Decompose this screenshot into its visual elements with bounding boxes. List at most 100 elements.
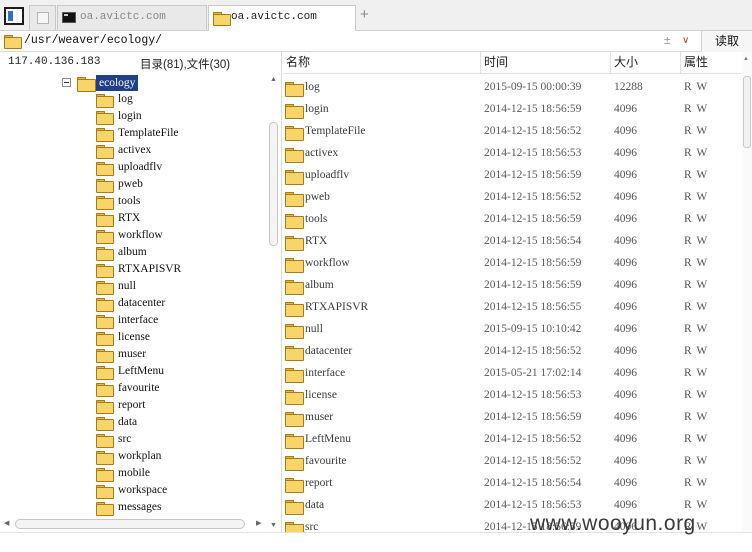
tree-item[interactable]: LeftMenu bbox=[96, 364, 256, 381]
file-row[interactable]: favourite 2014-12-15 18:56:52 4096 R W bbox=[283, 451, 743, 473]
file-row[interactable]: tools 2014-12-15 18:56:59 4096 R W bbox=[283, 209, 743, 231]
file-row[interactable]: RTX 2014-12-15 18:56:54 4096 R W bbox=[283, 231, 743, 253]
tree-item[interactable]: album bbox=[96, 245, 256, 262]
tree-item[interactable]: pweb bbox=[96, 177, 256, 194]
folder-icon bbox=[285, 280, 304, 295]
sort-toggle-icon[interactable]: ± bbox=[664, 33, 671, 47]
tree-item[interactable]: license bbox=[96, 330, 256, 347]
scroll-up-icon[interactable]: ▲ bbox=[743, 56, 749, 62]
file-attributes: R W bbox=[684, 235, 709, 247]
file-name: album bbox=[305, 279, 334, 291]
folder-icon bbox=[285, 456, 304, 471]
file-list-vertical-scrollbar[interactable]: ▲ bbox=[742, 52, 752, 532]
file-row[interactable]: TemplateFile 2014-12-15 18:56:52 4096 R W bbox=[283, 121, 743, 143]
file-size: 4096 bbox=[614, 411, 637, 423]
scroll-thumb[interactable] bbox=[743, 76, 751, 148]
file-size: 4096 bbox=[614, 389, 637, 401]
tree-item[interactable]: workplan bbox=[96, 449, 256, 466]
tree-vertical-scrollbar[interactable]: ▲ ▼ bbox=[267, 74, 280, 532]
tree-item[interactable]: report bbox=[96, 398, 256, 415]
file-size: 4096 bbox=[614, 213, 637, 225]
tab-terminal[interactable]: oa.avictc.com bbox=[57, 5, 207, 30]
file-row[interactable]: license 2014-12-15 18:56:53 4096 R W bbox=[283, 385, 743, 407]
file-attributes: R W bbox=[684, 323, 709, 335]
column-header-time[interactable]: 时间 bbox=[481, 52, 611, 74]
address-bar: /usr/weaver/ecology/ ± ∨ 读取 bbox=[0, 31, 752, 52]
file-size: 4096 bbox=[614, 147, 637, 159]
file-row[interactable]: workflow 2014-12-15 18:56:59 4096 R W bbox=[283, 253, 743, 275]
tree-item[interactable]: favourite bbox=[96, 381, 256, 398]
column-header-attr[interactable]: 属性 bbox=[681, 52, 743, 74]
tab-blank[interactable] bbox=[29, 5, 56, 30]
watermark: www.wooyun.org bbox=[530, 512, 696, 535]
chevron-down-icon[interactable]: ∨ bbox=[682, 35, 689, 46]
tree-item[interactable]: RTX bbox=[96, 211, 256, 228]
tree-horizontal-scrollbar[interactable]: ◀ ▶ bbox=[0, 516, 267, 531]
file-time: 2014-12-15 18:56:59 bbox=[484, 257, 582, 269]
tree-item-label: activex bbox=[118, 144, 152, 156]
scroll-thumb[interactable] bbox=[15, 519, 245, 529]
tree-item[interactable]: TemplateFile bbox=[96, 126, 256, 143]
scroll-right-icon[interactable]: ▶ bbox=[256, 519, 261, 527]
folder-icon bbox=[96, 128, 114, 142]
folder-icon bbox=[285, 412, 304, 427]
tree-item[interactable]: null bbox=[96, 279, 256, 296]
tree-item-label: null bbox=[118, 280, 136, 292]
column-header-size[interactable]: 大小 bbox=[611, 52, 681, 74]
tree-item-label: RTXAPISVR bbox=[118, 263, 182, 275]
read-button[interactable]: 读取 bbox=[701, 31, 752, 52]
tree-item[interactable]: login bbox=[96, 109, 256, 126]
file-row[interactable]: report 2014-12-15 18:56:54 4096 R W bbox=[283, 473, 743, 495]
folder-icon bbox=[285, 192, 304, 207]
collapse-icon[interactable] bbox=[62, 78, 71, 87]
file-attributes: R W bbox=[684, 257, 709, 269]
tree-item[interactable]: interface bbox=[96, 313, 256, 330]
file-row[interactable]: uploadflv 2014-12-15 18:56:59 4096 R W bbox=[283, 165, 743, 187]
file-row[interactable]: login 2014-12-15 18:56:59 4096 R W bbox=[283, 99, 743, 121]
tree-item[interactable]: uploadflv bbox=[96, 160, 256, 177]
scroll-up-icon[interactable]: ▲ bbox=[270, 76, 277, 83]
tree-item[interactable]: data bbox=[96, 415, 256, 432]
file-row[interactable]: null 2015-09-15 10:10:42 4096 R W bbox=[283, 319, 743, 341]
tab-file-manager[interactable]: oa.avictc.com bbox=[208, 5, 356, 31]
folder-icon bbox=[96, 213, 114, 227]
file-row[interactable]: pweb 2014-12-15 18:56:52 4096 R W bbox=[283, 187, 743, 209]
column-header-name[interactable]: 名称 bbox=[283, 52, 481, 74]
tree-item[interactable]: src bbox=[96, 432, 256, 449]
add-tab-button[interactable]: + bbox=[360, 7, 369, 22]
tree-item[interactable]: messages bbox=[96, 500, 256, 517]
tree-item[interactable]: tools bbox=[96, 194, 256, 211]
tree-root-node[interactable]: ecology bbox=[62, 75, 262, 92]
tree-item-label: favourite bbox=[118, 382, 160, 394]
file-row[interactable]: album 2014-12-15 18:56:59 4096 R W bbox=[283, 275, 743, 297]
file-row[interactable]: RTXAPISVR 2014-12-15 18:56:55 4096 R W bbox=[283, 297, 743, 319]
file-size: 4096 bbox=[614, 191, 637, 203]
app-panel-icon[interactable] bbox=[4, 7, 24, 25]
scroll-left-icon[interactable]: ◀ bbox=[4, 519, 9, 527]
tree-item[interactable]: muser bbox=[96, 347, 256, 364]
tree-item[interactable]: RTXAPISVR bbox=[96, 262, 256, 279]
tree-item[interactable]: datacenter bbox=[96, 296, 256, 313]
file-row[interactable]: LeftMenu 2014-12-15 18:56:52 4096 R W bbox=[283, 429, 743, 451]
tree-item[interactable]: log bbox=[96, 92, 256, 109]
file-name: pweb bbox=[305, 191, 330, 203]
tree-item[interactable]: activex bbox=[96, 143, 256, 160]
tree-item[interactable]: workspace bbox=[96, 483, 256, 500]
file-size: 4096 bbox=[614, 323, 637, 335]
path-input[interactable]: /usr/weaver/ecology/ bbox=[24, 34, 162, 47]
tree-item-label: datacenter bbox=[118, 297, 166, 309]
scroll-thumb[interactable] bbox=[269, 122, 278, 246]
file-row[interactable]: datacenter 2014-12-15 18:56:52 4096 R W bbox=[283, 341, 743, 363]
scroll-down-icon[interactable]: ▼ bbox=[270, 522, 277, 529]
file-row[interactable]: activex 2014-12-15 18:56:53 4096 R W bbox=[283, 143, 743, 165]
file-row[interactable]: interface 2015-05-21 17:02:14 4096 R W bbox=[283, 363, 743, 385]
folder-icon bbox=[285, 104, 304, 119]
tree-item[interactable]: mobile bbox=[96, 466, 256, 483]
tree-item[interactable]: workflow bbox=[96, 228, 256, 245]
tree-root-label[interactable]: ecology bbox=[96, 75, 139, 91]
file-row[interactable]: muser 2014-12-15 18:56:59 4096 R W bbox=[283, 407, 743, 429]
file-name: uploadflv bbox=[305, 169, 350, 181]
file-size: 4096 bbox=[614, 433, 637, 445]
file-row[interactable]: log 2015-09-15 00:00:39 12288 R W bbox=[283, 77, 743, 99]
folder-icon bbox=[96, 366, 114, 380]
